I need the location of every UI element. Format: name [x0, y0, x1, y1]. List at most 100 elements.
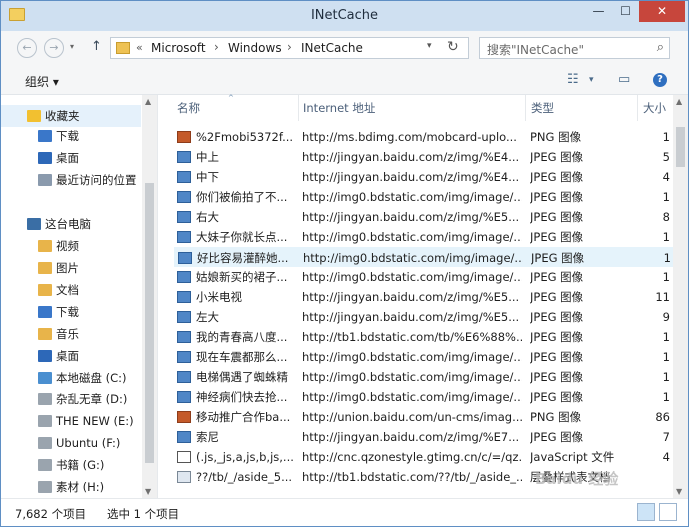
scroll-down-arrow-icon[interactable]: ▼ — [676, 487, 682, 496]
cell-size: 4 — [662, 170, 670, 184]
table-row[interactable]: 左大 http://jingyan.baidu.com/z/img/%E5... J… — [174, 307, 684, 327]
column-header-type[interactable]: 类型 — [531, 100, 554, 116]
maximize-button[interactable]: ☐ — [612, 1, 639, 22]
local-disk-icon — [38, 372, 52, 384]
breadcrumb-separator[interactable]: › — [214, 40, 219, 54]
sidebar-item[interactable]: THE NEW (E:) — [1, 410, 141, 432]
search-placeholder: 搜索"INetCache" — [487, 43, 584, 57]
sidebar-item[interactable]: 文档 — [1, 279, 141, 301]
large-icons-view-button[interactable] — [659, 503, 677, 521]
js-file-icon — [177, 451, 191, 463]
sidebar-item[interactable]: 这台电脑 — [1, 213, 141, 235]
cell-url: http://img0.bdstatic.com/img/image/... — [302, 350, 522, 364]
search-input[interactable]: 搜索"INetCache" ⌕ — [479, 37, 670, 59]
table-row[interactable]: 中下 http://jingyan.baidu.com/z/img/%E4... J… — [174, 167, 684, 187]
breadcrumb-inetcache[interactable]: INetCache — [301, 41, 363, 55]
scroll-up-arrow-icon[interactable]: ▲ — [145, 97, 151, 106]
table-row[interactable]: %2Fmobi5372f... http://ms.bdimg.com/mobca… — [174, 127, 684, 147]
chevron-down-icon[interactable]: ▾ — [589, 75, 594, 85]
up-button[interactable]: ↑ — [91, 39, 102, 54]
scroll-thumb[interactable] — [145, 183, 154, 463]
sidebar-item[interactable]: 桌面 — [1, 345, 141, 367]
pictures-folder-icon — [38, 262, 52, 274]
nav-scrollbar[interactable]: ▲ ▼ — [142, 95, 157, 498]
sidebar-item[interactable]: 最近访问的位置 — [1, 169, 141, 191]
scroll-up-arrow-icon[interactable]: ▲ — [676, 97, 682, 106]
back-button[interactable]: ← — [17, 38, 37, 58]
column-divider[interactable] — [525, 95, 526, 121]
column-divider[interactable] — [637, 95, 638, 121]
table-row[interactable]: 电梯偶遇了蜘蛛精 http://img0.bdstatic.com/img/ima… — [174, 367, 684, 387]
details-view-button[interactable] — [637, 503, 655, 521]
close-button[interactable]: ✕ — [639, 1, 685, 22]
breadcrumb-separator[interactable]: › — [287, 40, 292, 54]
column-divider[interactable] — [298, 95, 299, 121]
cell-url: http://img0.bdstatic.com/img/image/... — [302, 190, 522, 204]
sidebar-item-label: 最近访问的位置 — [56, 173, 137, 187]
sidebar-item[interactable]: 杂乱无章 (D:) — [1, 388, 141, 410]
table-row[interactable]: 索尼 http://jingyan.baidu.com/z/img/%E7... J… — [174, 427, 684, 447]
address-bar[interactable]: « Microsoft › Windows › INetCache ▾ ↻ — [110, 37, 469, 59]
table-row[interactable]: 右大 http://jingyan.baidu.com/z/img/%E5... J… — [174, 207, 684, 227]
scroll-thumb[interactable] — [676, 127, 685, 167]
scroll-down-arrow-icon[interactable]: ▼ — [145, 487, 151, 496]
column-header-size[interactable]: 大小 — [643, 100, 666, 116]
organize-button[interactable]: 组织 ▾ — [25, 73, 59, 90]
sidebar-item[interactable]: 视频 — [1, 235, 141, 257]
sidebar-item[interactable]: 书籍 (G:) — [1, 454, 141, 476]
forward-button[interactable]: → — [44, 38, 64, 58]
cell-url: http://img0.bdstatic.com/img/image/... — [303, 251, 523, 265]
cell-name: 你们被偷拍了不... — [196, 190, 288, 204]
sidebar-item[interactable]: 音乐 — [1, 323, 141, 345]
sidebar-item[interactable]: 桌面 — [1, 147, 141, 169]
cell-type: JavaScript 文件 — [530, 450, 615, 464]
jpg-file-icon — [178, 252, 192, 264]
help-icon[interactable]: ? — [653, 73, 667, 87]
address-dropdown-icon[interactable]: ▾ — [427, 41, 432, 51]
table-row[interactable]: 你们被偷拍了不... http://img0.bdstatic.com/img/i… — [174, 187, 684, 207]
table-row[interactable]: 大妹子你就长点... http://img0.bdstatic.com/img/i… — [174, 227, 684, 247]
sidebar-item[interactable]: 素材 (H:) — [1, 476, 141, 498]
column-header-name[interactable]: 名称 — [177, 100, 200, 116]
png-file-icon — [177, 411, 191, 423]
breadcrumb-windows[interactable]: Windows — [228, 41, 282, 55]
table-row[interactable]: 中上 http://jingyan.baidu.com/z/img/%E4... J… — [174, 147, 684, 167]
table-row[interactable]: (.js,_js,a,js,b,js,... http://cnc.qzonest… — [174, 447, 684, 467]
computer-icon — [27, 218, 41, 230]
overflow-chevron[interactable]: « — [136, 41, 143, 54]
table-row[interactable]: 小米电视 http://jingyan.baidu.com/z/img/%E5..… — [174, 287, 684, 307]
search-icon[interactable]: ⌕ — [657, 40, 664, 55]
preview-pane-icon[interactable]: ▭ — [618, 72, 630, 87]
breadcrumb-microsoft[interactable]: Microsoft — [151, 41, 206, 55]
sidebar-item[interactable]: 下载 — [1, 125, 141, 147]
cell-name: 移动推广合作bа... — [196, 410, 291, 424]
sidebar-item[interactable]: 下载 — [1, 301, 141, 323]
file-list-scrollbar[interactable]: ▲ ▼ — [673, 95, 688, 498]
recent-locations-chevron-icon[interactable]: ▾ — [70, 42, 74, 51]
refresh-icon[interactable]: ↻ — [447, 39, 459, 55]
cell-type: JPEG 图像 — [530, 430, 584, 444]
folder-icon — [116, 42, 130, 54]
table-row[interactable]: 我的青春高八度... http://tb1.bdstatic.com/tb/%E6… — [174, 327, 684, 347]
sidebar-item[interactable]: 收藏夹 — [1, 105, 141, 127]
jpg-file-icon — [177, 171, 191, 183]
column-header-url[interactable]: Internet 地址 — [303, 100, 375, 116]
jpg-file-icon — [177, 291, 191, 303]
sidebar-item-label: 收藏夹 — [45, 109, 80, 123]
sidebar-item[interactable]: 图片 — [1, 257, 141, 279]
view-options-icon[interactable]: ☷ — [567, 72, 579, 87]
cell-size: 1 — [662, 130, 670, 144]
cell-size: 1 — [662, 270, 670, 284]
sidebar-item[interactable]: 本地磁盘 (C:) — [1, 367, 141, 389]
table-row[interactable]: 姑娘新买的裙子... http://img0.bdstatic.com/img/i… — [174, 267, 684, 287]
table-row[interactable]: 现在车震都那么... http://img0.bdstatic.com/img/i… — [174, 347, 684, 367]
cell-type: JPEG 图像 — [530, 290, 584, 304]
sidebar-item[interactable]: Ubuntu (F:) — [1, 432, 141, 454]
drive-icon — [38, 437, 52, 449]
minimize-button[interactable]: — — [585, 1, 612, 22]
table-row[interactable]: 好比容易灌醉她... http://img0.bdstatic.com/img/i… — [174, 247, 684, 267]
cell-name: 小米电视 — [196, 290, 242, 304]
status-bar: 7,682 个项目 选中 1 个项目 — [1, 498, 688, 526]
table-row[interactable]: 移动推广合作bа... http://union.baidu.com/un-cms… — [174, 407, 684, 427]
table-row[interactable]: 神经病们快去抢... http://img0.bdstatic.com/img/i… — [174, 387, 684, 407]
